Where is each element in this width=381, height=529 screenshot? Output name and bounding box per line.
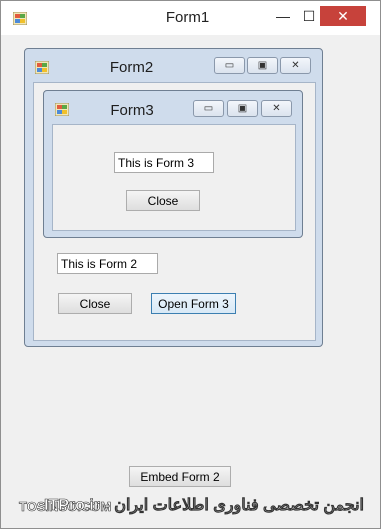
form2-minimize-button[interactable]: ▭ (214, 57, 245, 74)
maximize-icon: ☐ (302, 7, 316, 24)
form1-maximize-button[interactable]: ☐ (295, 6, 323, 26)
form2-title: Form2 (109, 59, 154, 76)
form3-minimize-button[interactable]: ▭ (193, 100, 224, 117)
form1-window: Form1 — ☐ ✕ Form2 ▭ ▣ ✕ This is Form 2 C… (0, 0, 381, 529)
minimize-icon: ▭ (224, 60, 235, 71)
form2-close-button[interactable]: Close (58, 293, 132, 314)
maximize-icon: ▣ (257, 60, 268, 71)
form1-titlebar[interactable]: Form1 — ☐ ✕ (1, 1, 380, 35)
form3-client-area: This is Form 3 Close (52, 124, 296, 231)
form2-close-button[interactable]: ✕ (280, 57, 311, 74)
form3-window: Form3 ▭ ▣ ✕ This is Form 3 Close (43, 90, 303, 238)
close-icon: ✕ (291, 60, 300, 71)
form3-maximize-button[interactable]: ▣ (227, 100, 258, 117)
maximize-icon: ▣ (237, 103, 248, 114)
open-form3-button[interactable]: Open Form 3 (151, 293, 236, 314)
form2-maximize-button[interactable]: ▣ (247, 57, 278, 74)
minimize-icon: ▭ (203, 103, 214, 114)
form1-minimize-button[interactable]: — (269, 6, 297, 26)
watermark-right: انجمن تخصصی فناوری اطلاعات ایران - ITPro… (44, 497, 365, 515)
close-icon: ✕ (272, 103, 281, 114)
form2-textbox[interactable]: This is Form 2 (57, 253, 158, 274)
form3-close-button[interactable]: Close (126, 190, 200, 211)
form3-close-button[interactable]: ✕ (261, 100, 292, 117)
close-icon: ✕ (337, 7, 349, 24)
form3-textbox[interactable]: This is Form 3 (114, 152, 214, 173)
embed-form2-button[interactable]: Embed Form 2 (129, 466, 231, 487)
minimize-icon: — (276, 8, 290, 24)
watermark: TOSINSO.COM انجمن تخصصی فناوری اطلاعات ا… (19, 491, 365, 521)
form1-close-button[interactable]: ✕ (320, 6, 366, 26)
